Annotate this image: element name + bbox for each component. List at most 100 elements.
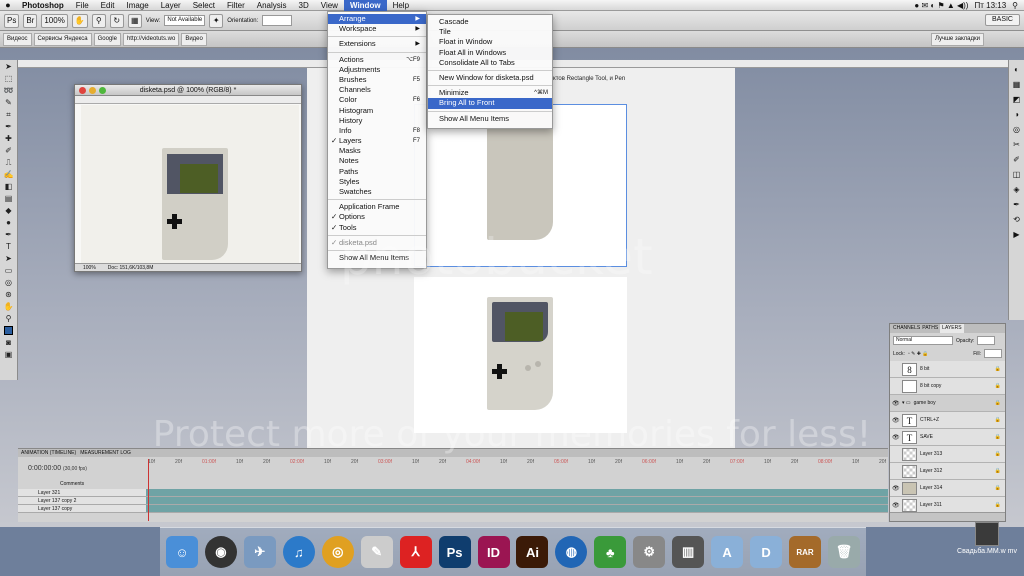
bookmark-item[interactable]: Сервисы Яндекса — [33, 32, 92, 46]
window-menu-item[interactable]: Styles — [328, 177, 426, 187]
visibility-eye-icon[interactable]: 👁 — [892, 485, 900, 492]
arrange-menu-item[interactable]: Cascade — [428, 17, 552, 27]
window-menu-item[interactable]: Arrange ▶ — [328, 14, 426, 25]
layer-row[interactable]: Layer 312 🔒 — [890, 463, 1005, 480]
arrange-menu-item[interactable]: Float All in Windows — [428, 48, 552, 58]
window-menu-item[interactable]: Swatches — [328, 187, 426, 197]
search-icon[interactable]: ⚲ — [1012, 1, 1018, 10]
tab-layers[interactable]: LAYERS — [940, 324, 964, 333]
window-menu-item[interactable]: Application Frame — [328, 202, 426, 212]
tab-animation-timeline[interactable]: ANIMATION (TIMELINE) — [21, 449, 76, 457]
menu-analysis[interactable]: Analysis — [251, 0, 293, 11]
bookmark-item[interactable]: Видеос — [3, 32, 32, 46]
applications-folder-icon[interactable]: A — [711, 536, 744, 568]
document-info[interactable]: Doc: 151,6K/103,8M — [108, 264, 154, 271]
timeline-playhead[interactable] — [148, 459, 149, 521]
orientation-field[interactable] — [262, 15, 293, 26]
3d-rotate-tool-icon[interactable]: ◎ — [3, 278, 15, 287]
stamp-tool-icon[interactable]: ⎍ — [3, 158, 15, 167]
adium-icon[interactable]: ♣ — [594, 536, 627, 568]
status-icons[interactable]: ● ✉ ◐ ⚑ ▲ ◀)) — [914, 1, 968, 10]
window-menu-item[interactable]: Extensions ▶ — [328, 39, 426, 49]
timeline-track[interactable] — [146, 489, 888, 496]
bookmark-item[interactable]: Видео — [181, 32, 207, 46]
layer-row[interactable]: 👁 T CTRL+Z 🔒 — [890, 412, 1005, 429]
brush-panel-icon[interactable]: ✐ — [1011, 154, 1022, 165]
window-menu-item[interactable]: Notes — [328, 156, 426, 166]
quick-mask-icon[interactable]: ◙ — [3, 338, 15, 347]
brush-tool-icon[interactable]: ✐ — [3, 146, 15, 155]
shape-tool-icon[interactable]: ▭ — [3, 266, 15, 275]
adjustments-panel-icon[interactable]: ◑ — [1011, 109, 1022, 120]
itunes-icon[interactable]: ♫ — [282, 536, 315, 568]
visibility-eye-icon[interactable]: 👁 — [892, 434, 900, 441]
desktop-file[interactable]: Свадьба.ММ.w mv — [957, 522, 1017, 576]
gradient-tool-icon[interactable]: ▤ — [3, 194, 15, 203]
finder-icon[interactable]: ☺ — [166, 536, 198, 568]
chrome-icon[interactable]: ◎ — [321, 536, 354, 568]
documents-folder-icon[interactable]: D — [750, 536, 783, 568]
arrange-menu-item[interactable]: Float in Window — [428, 37, 552, 47]
zoom-window-icon[interactable] — [99, 87, 106, 94]
bridge-icon[interactable]: Br — [23, 13, 38, 28]
zoom-tool-icon[interactable]: ⚲ — [3, 314, 15, 323]
arrange-menu-item[interactable]: New Window for disketa.psd — [428, 73, 552, 83]
layer-row[interactable]: 👁 T SAVE 🔒 — [890, 429, 1005, 446]
tool-preset-icon[interactable]: ✦ — [209, 13, 224, 28]
tools-panel-icon[interactable]: ✂ — [1011, 139, 1022, 150]
window-menu-item[interactable]: ✓ Layers F7 — [328, 136, 426, 146]
grid-icon[interactable]: ▦ — [127, 13, 142, 28]
fill-field[interactable] — [984, 349, 1002, 358]
hand-tool-icon[interactable]: ✋ — [3, 302, 15, 311]
menu-help[interactable]: Help — [387, 0, 415, 11]
menu-view[interactable]: View — [315, 0, 344, 11]
masks-panel-icon[interactable]: ◎ — [1011, 124, 1022, 135]
menu-layer[interactable]: Layer — [155, 0, 187, 11]
move-tool-icon[interactable]: ➤ — [3, 62, 15, 71]
color-panel-icon[interactable]: ◐ — [1011, 64, 1022, 75]
eyedropper-tool-icon[interactable]: ✒ — [3, 122, 15, 131]
system-preferences-icon[interactable]: ⚙ — [633, 536, 666, 568]
history-panel-icon[interactable]: ⟲ — [1011, 214, 1022, 225]
paths-panel-icon[interactable]: ✒ — [1011, 199, 1022, 210]
crop-tool-icon[interactable]: ⌗ — [3, 110, 15, 119]
screen-mode-icon[interactable]: ▣ — [3, 350, 15, 359]
window-menu-item[interactable]: Adjustments — [328, 65, 426, 75]
document-zoom[interactable]: 100% — [83, 264, 96, 271]
pen-tool-icon[interactable]: ✒ — [3, 230, 15, 239]
styles-panel-icon[interactable]: ◩ — [1011, 94, 1022, 105]
layer-row[interactable]: 👁 ▾ ▭ game boy 🔒 — [890, 395, 1005, 412]
arrange-menu-item[interactable]: Show All Menu Items — [428, 114, 552, 124]
visibility-eye-icon[interactable]: 👁 — [892, 502, 900, 509]
layer-row[interactable]: Layer 313 🔒 — [890, 446, 1005, 463]
history-brush-icon[interactable]: ✍ — [3, 170, 15, 179]
gameboy-artwork[interactable] — [487, 297, 553, 410]
arrange-menu-item[interactable]: Tile — [428, 27, 552, 37]
menu-app[interactable]: Photoshop — [16, 0, 70, 11]
window-menu-item[interactable]: Paths — [328, 167, 426, 177]
path-select-tool-icon[interactable]: ➤ — [3, 254, 15, 263]
network-icon[interactable]: ◍ — [555, 536, 588, 568]
visibility-eye-icon[interactable]: 👁 — [892, 400, 900, 407]
lasso-tool-icon[interactable]: ➿ — [3, 86, 15, 95]
timeline-track[interactable] — [146, 505, 888, 512]
layer-row[interactable]: 👁 Layer 314 🔒 — [890, 480, 1005, 497]
photoshop-icon[interactable]: Ps — [438, 536, 471, 568]
apple-icon[interactable]: ● — [0, 0, 16, 10]
window-menu-item[interactable]: Workspace ▶ — [328, 24, 426, 34]
arrange-menu-item[interactable]: Consolidate All to Tabs — [428, 58, 552, 68]
acrobat-icon[interactable]: ⅄ — [399, 536, 432, 568]
healing-tool-icon[interactable]: ✚ — [3, 134, 15, 143]
bookmark-item[interactable]: Google — [93, 32, 121, 46]
document-canvas[interactable] — [81, 105, 299, 263]
menu-select[interactable]: Select — [187, 0, 221, 11]
script-editor-icon[interactable]: ✎ — [360, 536, 393, 568]
dashboard-icon[interactable]: ◉ — [204, 536, 237, 568]
bookmark-item[interactable]: Лучше закладки — [930, 32, 984, 46]
blend-mode-select[interactable]: Normal — [893, 336, 953, 345]
menu-window[interactable]: Window — [343, 0, 387, 11]
timeline-track[interactable] — [146, 497, 888, 504]
tab-channels[interactable]: CHANNELS — [893, 324, 920, 333]
window-menu-item[interactable]: Brushes F5 — [328, 75, 426, 85]
window-menu-item[interactable]: Channels — [328, 85, 426, 95]
